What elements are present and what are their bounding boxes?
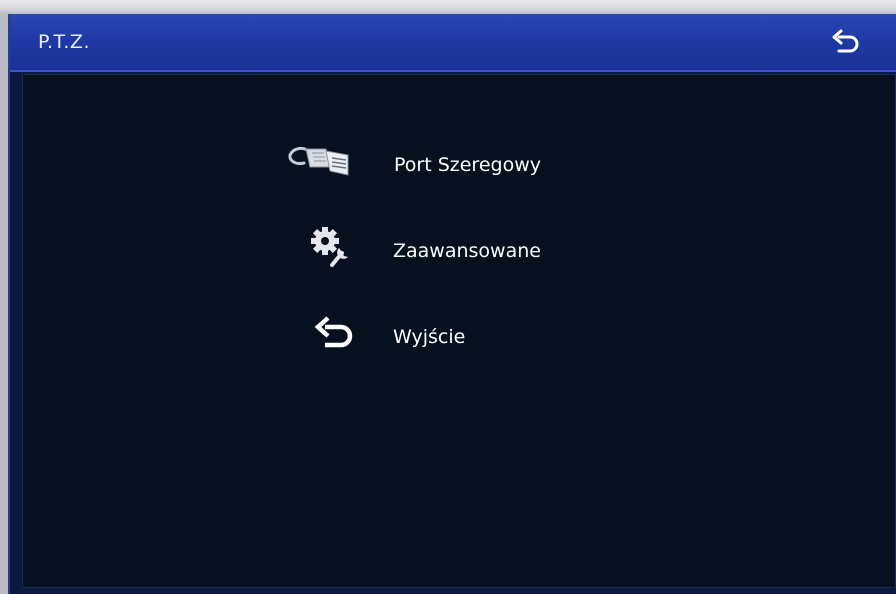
return-icon: [314, 316, 353, 348]
menu-item-serial-port[interactable]: Port Szeregowy: [286, 141, 586, 191]
menu-panel: Port Szeregowy Zaawansowane Wyjście: [22, 74, 896, 588]
page-title: P.T.Z.: [38, 31, 90, 53]
return-icon: [832, 29, 859, 53]
serial-cable-icon: [288, 146, 349, 176]
menu-item-label: Wyjście: [393, 326, 466, 348]
ptz-window: P.T.Z. Port Szeregowy Zaawansowane Wyjśc…: [8, 14, 896, 594]
menu-item-exit[interactable]: Wyjście: [313, 313, 586, 363]
menu-item-label: Zaawansowane: [393, 240, 541, 262]
title-bar: P.T.Z.: [10, 14, 896, 72]
menu-item-label: Port Szeregowy: [394, 154, 541, 176]
gear-wrench-icon: [311, 227, 348, 267]
screen: P.T.Z. Port Szeregowy Zaawansowane Wyjśc…: [0, 0, 896, 594]
menu-item-advanced[interactable]: Zaawansowane: [310, 227, 586, 277]
back-button[interactable]: [828, 28, 864, 58]
